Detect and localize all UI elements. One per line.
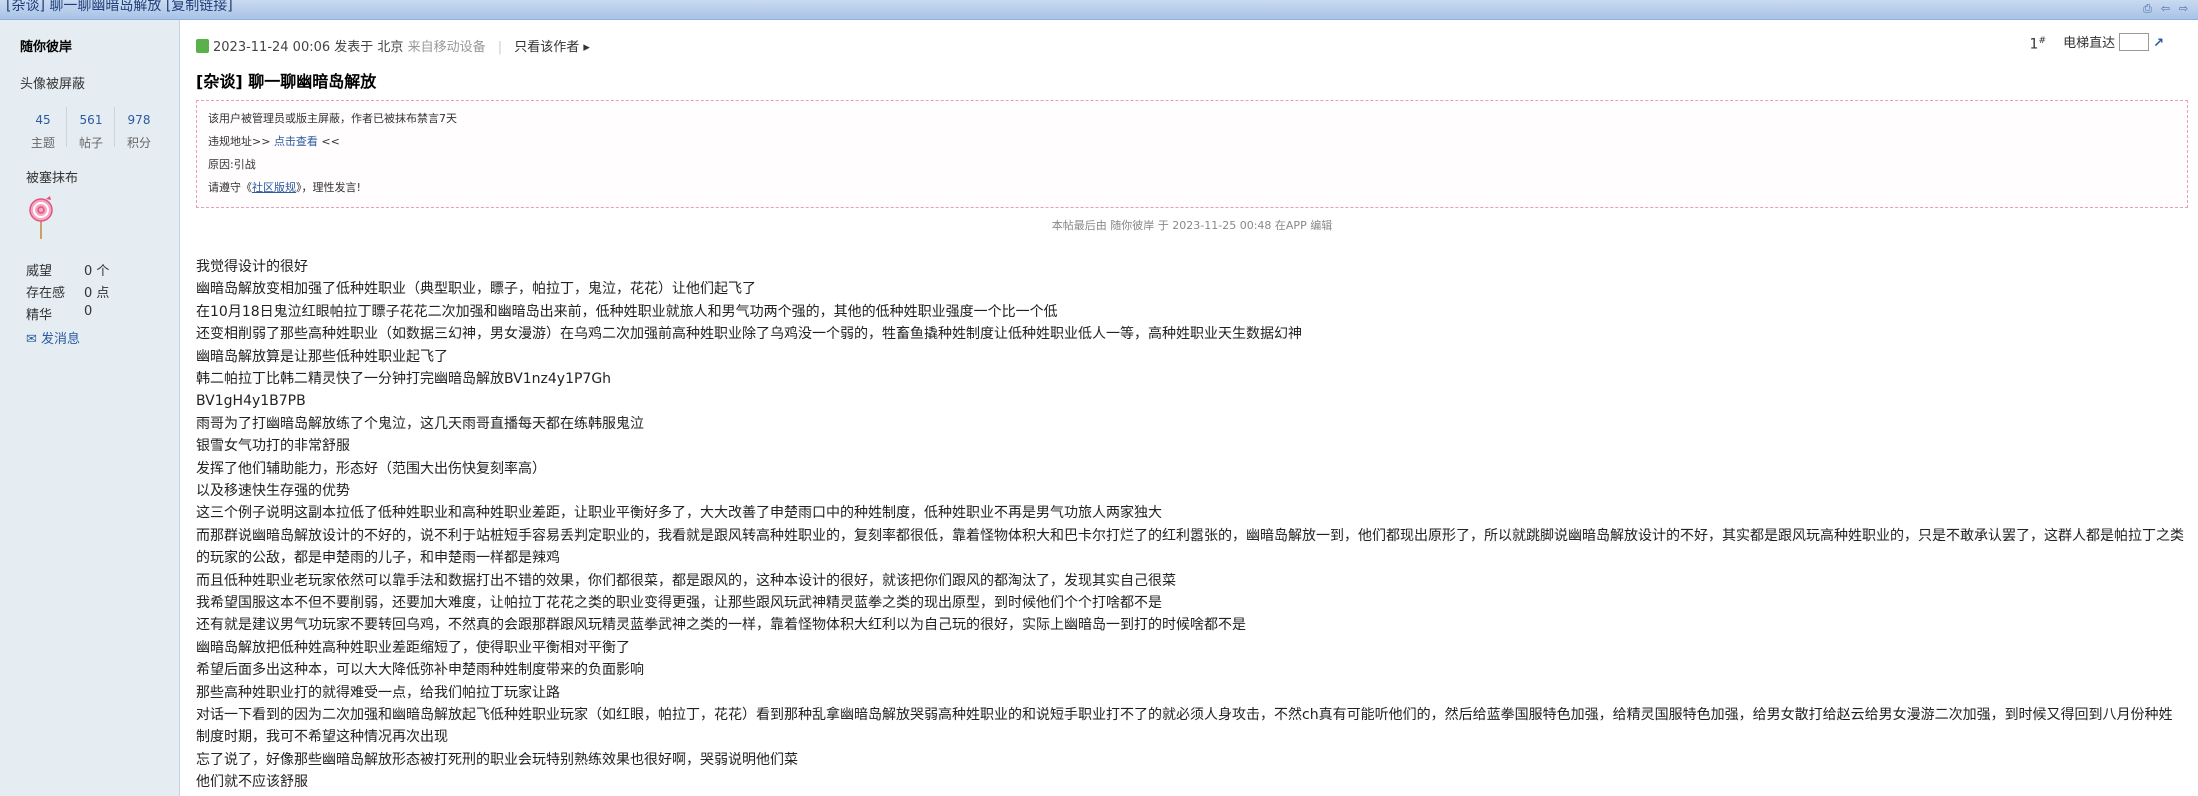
mobile-device: 来自移动设备 (407, 40, 486, 55)
stat-points[interactable]: 978 积分 (116, 107, 162, 150)
attr-digest: 精华 0 (26, 304, 92, 323)
stat-posts[interactable]: 561 帖子 (68, 107, 115, 150)
floor-jump: 电梯直达 ↗ (2063, 32, 2164, 51)
lollipop-medal-icon[interactable] (26, 195, 56, 241)
content-line: 这三个例子说明这副本拉低了低种姓职业和高种姓职业差距，让职业平衡好多了，大大改善… (196, 505, 1162, 522)
content-line: 而那群说幽暗岛解放设计的不好的，说不利于站桩短手容易丢判定职业的，我看就是跟风转… (196, 527, 2184, 567)
author-sidebar: 随你彼岸 头像被屏蔽 45 主题 561 帖子 978 积分 被塞抹布 威望 0… (0, 20, 180, 796)
only-author-link[interactable]: 只看该作者 ▸ (514, 40, 590, 55)
community-rules-link[interactable]: 社区版规 (252, 181, 296, 194)
author-name[interactable]: 随你彼岸 (20, 36, 72, 55)
avatar-blocked-text: 头像被屏蔽 (20, 77, 86, 92)
meta-divider: | (497, 40, 503, 55)
content-line: 对话一下看到的因为二次加强和幽暗岛解放起飞低种姓职业玩家（如红眼，帕拉丁，花花）… (196, 707, 2173, 746)
content-line: 发挥了他们辅助能力，形态好（范围大出伤快复刻率高） (196, 460, 546, 477)
content-line: 幽暗岛解放变相加强了低种姓职业（典型职业，瞟子，帕拉丁，鬼泣，花花）让他们起飞了 (196, 281, 756, 298)
floor-number[interactable]: 1# (2030, 36, 2046, 53)
content-line: 希望后面多出这种本，可以大大降低弥补申楚雨种姓制度带来的负面影响 (196, 662, 644, 679)
content-line: 韩二帕拉丁比韩二精灵快了一分钟打完幽暗岛解放BV1nz4y1P7Gh (196, 371, 612, 387)
content-line: 雨哥为了打幽暗岛解放练了个鬼泣，这几天雨哥直播每天都在练韩服鬼泣 (196, 415, 644, 432)
edited-note: 本帖最后由 随你彼岸 于 2023-11-25 00:48 在APP 编辑 (1051, 219, 1333, 232)
content-line: 我觉得设计的很好 (196, 259, 308, 275)
notice-line: 原因:引战 (208, 158, 256, 171)
attr-key: 存在感 (26, 286, 66, 301)
content-line: 在10月18日鬼泣红眼帕拉丁瞟子花花二次加强和幽暗岛出来前，低种姓职业就旅人和男… (196, 303, 1058, 320)
content-line: 银雪女气功打的非常舒服 (196, 438, 350, 455)
notice-line: 违规地址>> 点击查看 << (208, 133, 340, 149)
content-line: 以及移速快生存强的优势 (196, 483, 350, 499)
attr-value: 0 个 (84, 264, 110, 279)
attr-prestige: 威望 0 个 (26, 260, 109, 279)
send-message-button[interactable]: ✉ 发消息 (26, 328, 80, 347)
prev-icon[interactable]: ⇦ (2159, 2, 2172, 15)
jump-input[interactable] (2119, 33, 2150, 51)
online-status-icon (196, 39, 209, 53)
stat-value: 45 (35, 113, 51, 127)
print-icon[interactable]: ⎙ (2141, 2, 2154, 15)
send-message-label: 发消息 (41, 332, 81, 347)
notice-text: << (317, 135, 340, 148)
stat-label: 主题 (30, 136, 55, 150)
content-line: 幽暗岛解放算是让那些低种姓职业起飞了 (196, 348, 448, 365)
stat-label: 积分 (126, 136, 151, 150)
attr-value: 0 (84, 304, 93, 319)
content-line: 还变相削弱了那些高种姓职业（如数据三幻神，男女漫游）在乌鸡二次加强前高种姓职业除… (196, 326, 1302, 343)
notice-line: 该用户被管理员或版主屏蔽，作者已被抹布禁言7天 (208, 112, 457, 125)
stat-label: 帖子 (78, 136, 103, 150)
view-violation-link[interactable]: 点击查看 (274, 135, 318, 148)
post-meta: 2023-11-24 00:06 发表于 北京 来自移动设备 | 只看该作者 ▸ (196, 36, 2188, 56)
window-titlebar: [杂谈] 聊一聊幽暗岛解放 [复制链接] ⎙ ⇦ ⇨ (0, 0, 2198, 20)
content-line: 而且低种姓职业老玩家依然可以靠手法和数据打出不错的效果，你们都很菜，都是跟风的，… (196, 572, 1176, 589)
window-title: [杂谈] 聊一聊幽暗岛解放 [复制链接] (6, 0, 233, 14)
only-author-label: 只看该作者 (514, 40, 580, 55)
user-group[interactable]: 被塞抹布 (26, 167, 78, 186)
attr-key: 精华 (26, 308, 53, 323)
attr-presence: 存在感 0 点 (26, 282, 109, 301)
notice-text: 请遵守《 (208, 181, 252, 194)
content-line: 忘了说了，好像那些幽暗岛解放形态被打死刑的职业会玩特别熟练效果也很好啊，哭弱说明… (196, 751, 798, 768)
notice-line: 请遵守《社区版规》，理性发言! (208, 179, 361, 195)
jump-label: 电梯直达 (2063, 36, 2116, 51)
notice-text: 违规地址>> (208, 135, 274, 148)
attr-key: 威望 (26, 264, 53, 279)
envelope-icon: ✉ (26, 332, 37, 347)
content-line: BV1gH4y1B7PB (196, 393, 306, 410)
stat-threads[interactable]: 45 主题 (20, 107, 67, 150)
post-date: 2023-11-24 00:06 发表于 北京 (213, 40, 404, 55)
author-stats: 45 主题 561 帖子 978 积分 (20, 107, 164, 165)
content-line: 他们就不应该舒服 (196, 774, 308, 791)
ban-notice: 该用户被管理员或版主屏蔽，作者已被抹布禁言7天 违规地址>> 点击查看 << 原… (196, 100, 2188, 208)
attr-value: 0 点 (84, 286, 110, 301)
content-line: 那些高种姓职业打的就得难受一点，给我们帕拉丁玩家让路 (196, 684, 560, 701)
jump-go-icon[interactable]: ↗ (2153, 36, 2164, 51)
triangle-right-icon: ▸ (583, 40, 590, 55)
floor-sup: # (2038, 36, 2046, 46)
content-line: 还有就是建议男气功玩家不要转回乌鸡，不然真的会跟那群跟风玩精灵蓝拳武神之类的一样… (196, 617, 1246, 634)
post-title: [杂谈] 聊一聊幽暗岛解放 (196, 72, 377, 91)
stat-value: 978 (127, 113, 151, 127)
content-line: 幽暗岛解放把低种姓高种姓职业差距缩短了，使得职业平衡相对平衡了 (196, 639, 630, 656)
notice-text: 》，理性发言! (296, 181, 361, 194)
next-icon[interactable]: ⇨ (2177, 2, 2190, 15)
content-line: 我希望国服这本不但不要削弱，还要加大难度，让帕拉丁花花之类的职业变得更强，让那些… (196, 595, 1162, 611)
stat-value: 561 (79, 113, 103, 127)
